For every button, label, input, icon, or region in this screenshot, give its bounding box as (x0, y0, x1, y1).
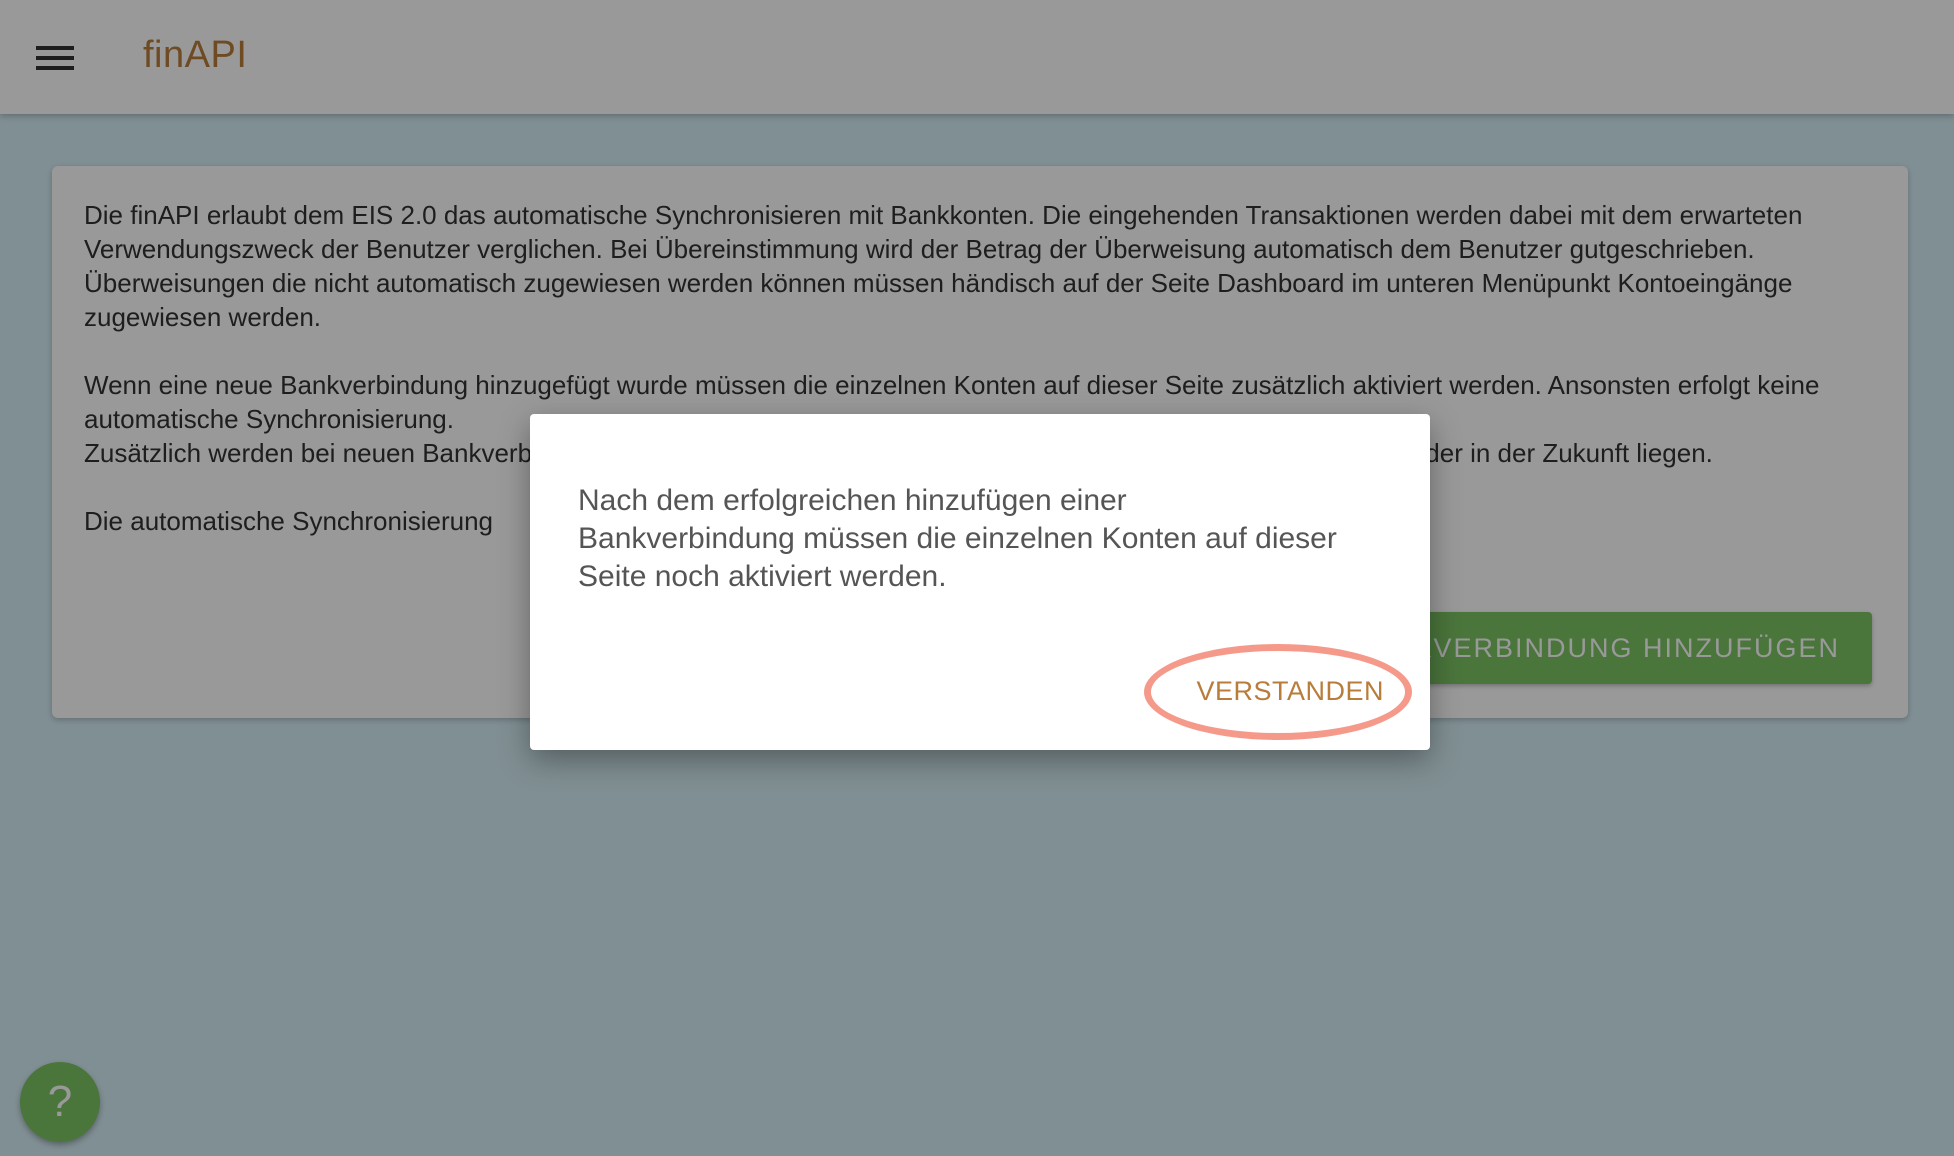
confirmation-dialog: Nach dem erfolgreichen hinzufügen einer … (530, 414, 1430, 750)
understood-button[interactable]: VERSTANDEN (1196, 676, 1384, 707)
dialog-message: Nach dem erfolgreichen hinzufügen einer … (578, 484, 1337, 593)
